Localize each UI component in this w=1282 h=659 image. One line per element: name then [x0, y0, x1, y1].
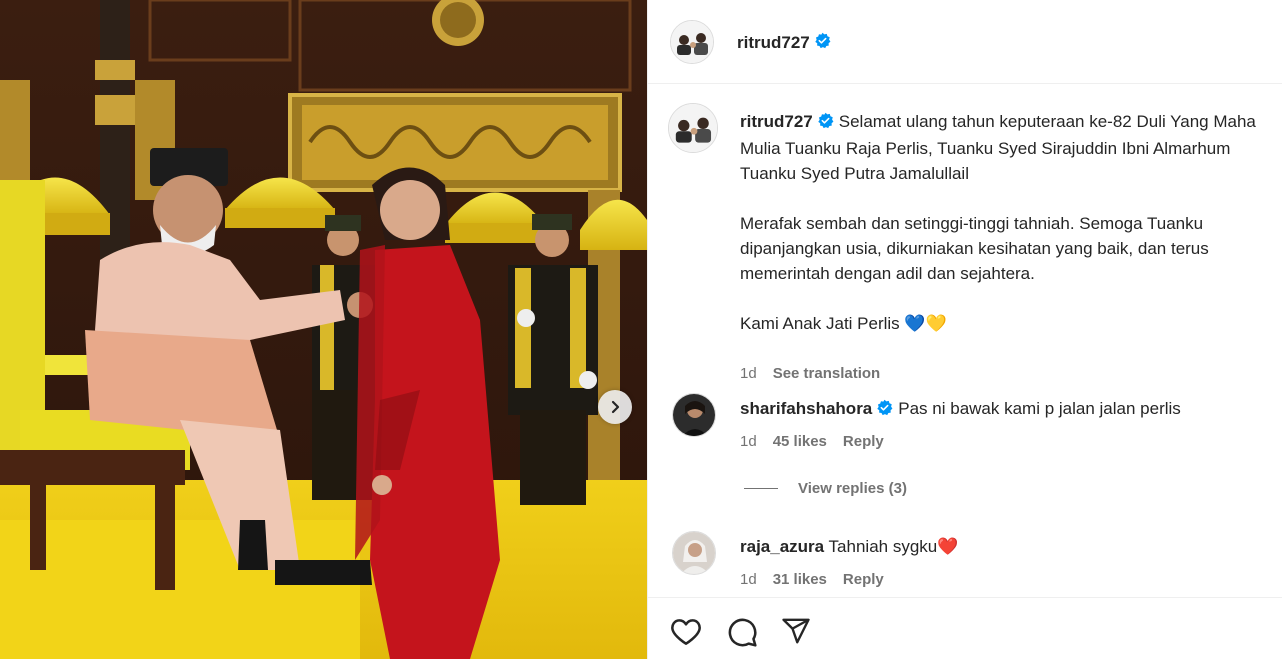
- caption-username[interactable]: ritrud727: [740, 112, 813, 131]
- reply-button[interactable]: Reply: [843, 571, 884, 588]
- caption-author-avatar[interactable]: [668, 103, 718, 153]
- comment-likes[interactable]: 31 likes: [773, 571, 827, 588]
- post-header: ritrud727: [648, 0, 1282, 84]
- commenter-avatar[interactable]: [672, 531, 716, 575]
- reply-button[interactable]: Reply: [843, 433, 884, 450]
- author-avatar[interactable]: [670, 20, 714, 64]
- comment-time[interactable]: 1d: [740, 571, 757, 588]
- post-sidebar: ritrud727 ritrud727 Selamat ulang tahun k…: [647, 0, 1282, 659]
- like-button[interactable]: [670, 616, 702, 651]
- chevron-right-icon: [611, 400, 620, 414]
- comment-icon: [728, 618, 757, 647]
- verified-badge-icon: [817, 111, 834, 136]
- caption-paragraph-1: ritrud727 Selamat ulang tahun keputeraan …: [740, 109, 1270, 186]
- share-icon: [782, 618, 810, 644]
- comment-text: Tahniah sygku❤️: [828, 537, 959, 556]
- view-replies-label: View replies (3): [798, 480, 907, 497]
- caption-paragraph-2: Merafak sembah dan setinggi-tinggi tahni…: [740, 214, 1209, 283]
- comments-list[interactable]: ritrud727 Selamat ulang tahun keputeraan …: [648, 85, 1282, 597]
- share-button[interactable]: [780, 616, 812, 651]
- comment-body: raja_azura Tahniah sygku❤️: [740, 537, 958, 557]
- verified-badge-icon: [814, 32, 831, 54]
- comment-meta: 1d 45 likes Reply: [740, 433, 884, 450]
- comment-likes[interactable]: 45 likes: [773, 433, 827, 450]
- caption-time[interactable]: 1d: [740, 361, 757, 386]
- verified-badge-icon: [876, 399, 893, 421]
- header-username[interactable]: ritrud727: [737, 33, 810, 53]
- comment-username[interactable]: sharifahshahora: [740, 399, 872, 418]
- heart-icon: [671, 619, 701, 645]
- see-translation-button[interactable]: See translation: [773, 361, 881, 386]
- comment-username[interactable]: raja_azura: [740, 537, 824, 556]
- replies-divider: [744, 488, 778, 489]
- next-image-button[interactable]: [598, 390, 632, 424]
- post-caption: ritrud727 Selamat ulang tahun keputeraan …: [740, 109, 1270, 386]
- caption-paragraph-3: Kami Anak Jati Perlis 💙💛: [740, 314, 947, 333]
- post-image[interactable]: [0, 0, 647, 659]
- view-replies-button[interactable]: View replies (3): [744, 480, 907, 497]
- comment-text: Pas ni bawak kami p jalan jalan perlis: [898, 399, 1181, 418]
- comment-button[interactable]: [726, 616, 758, 653]
- ceremony-photo: [0, 0, 647, 659]
- commenter-avatar[interactable]: [672, 393, 716, 437]
- header-username-row: ritrud727: [737, 32, 831, 54]
- caption-meta: 1d See translation: [740, 361, 1270, 386]
- comment-body: sharifahshahora Pas ni bawak kami p jalan…: [740, 399, 1181, 421]
- comment-meta: 1d 31 likes Reply: [740, 571, 884, 588]
- comment-time[interactable]: 1d: [740, 433, 757, 450]
- post-actions: [648, 597, 1282, 659]
